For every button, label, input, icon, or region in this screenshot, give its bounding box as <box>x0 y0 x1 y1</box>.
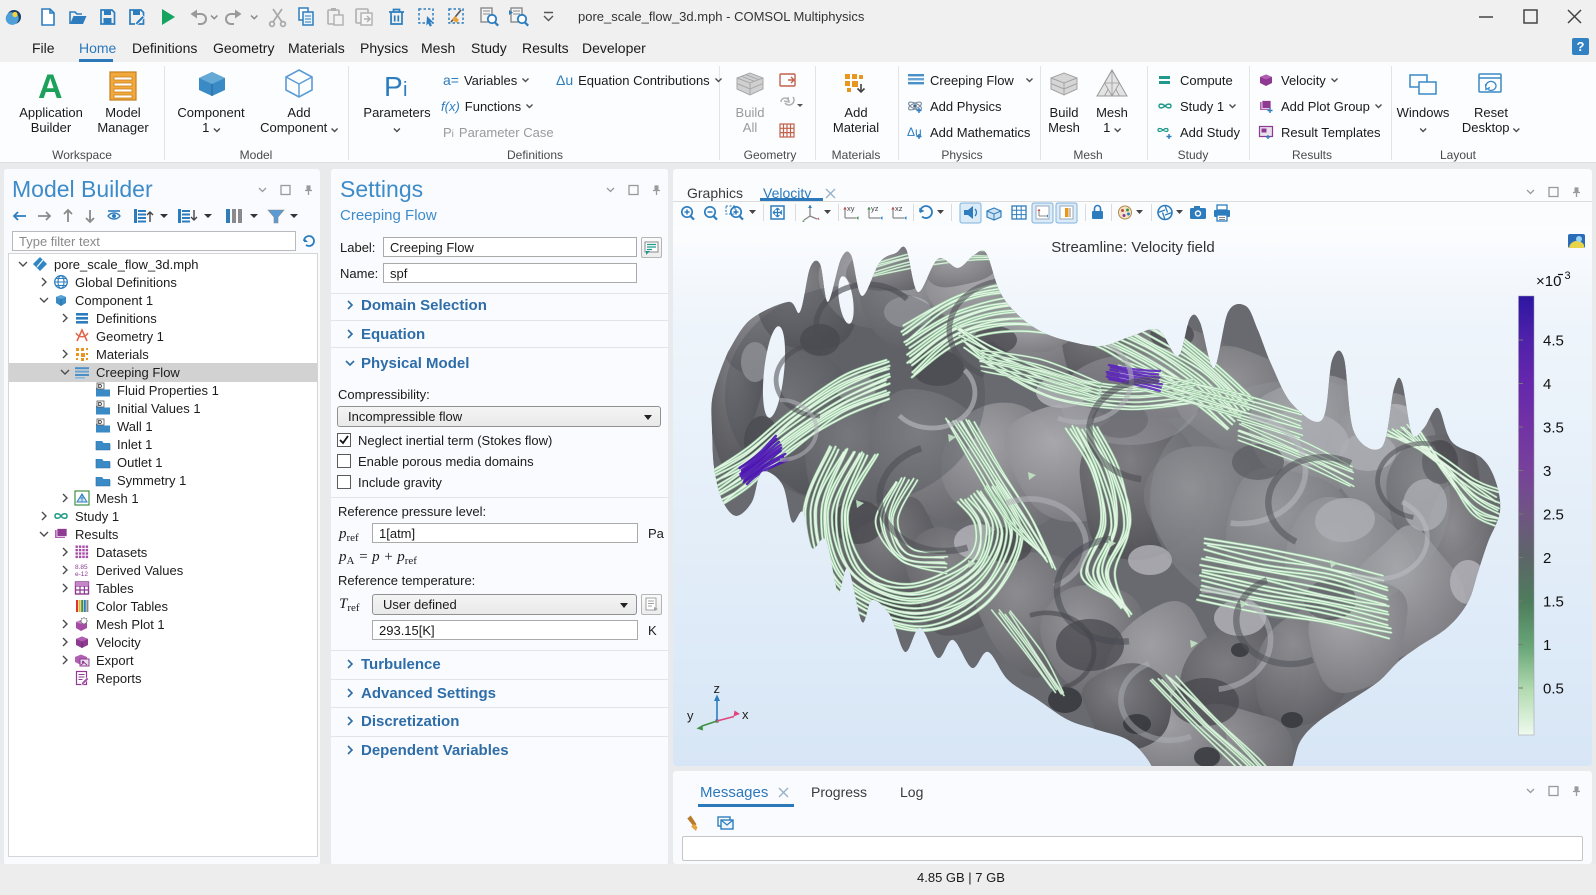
svg-text:3: 3 <box>1565 270 1571 282</box>
svg-text:A: A <box>38 68 63 106</box>
svg-text:2.5: 2.5 <box>1543 507 1564 524</box>
svg-text:xz: xz <box>895 204 903 213</box>
svg-text:x: x <box>742 707 749 722</box>
svg-text:0.5: 0.5 <box>1543 681 1564 698</box>
svg-text:e-12: e-12 <box>75 571 88 578</box>
svg-text:D: D <box>98 384 102 390</box>
svg-text:y: y <box>687 708 694 723</box>
svg-text:yz: yz <box>871 204 879 213</box>
svg-text:P: P <box>384 71 403 102</box>
svg-text:3.5: 3.5 <box>1543 420 1564 437</box>
svg-text:1: 1 <box>1543 637 1551 654</box>
svg-text:3: 3 <box>1543 463 1551 480</box>
svg-text:2: 2 <box>1543 550 1551 567</box>
svg-text:4: 4 <box>1543 376 1551 393</box>
svg-text:D: D <box>98 420 102 426</box>
svg-text:1.5: 1.5 <box>1543 594 1564 611</box>
svg-text:×10: ×10 <box>1536 273 1561 290</box>
svg-text:4.5: 4.5 <box>1543 333 1564 350</box>
svg-text:D: D <box>98 402 102 408</box>
svg-text:i: i <box>403 79 407 101</box>
svg-text:xy: xy <box>847 204 855 213</box>
svg-text:z: z <box>714 681 721 696</box>
svg-text:8.85: 8.85 <box>75 564 88 571</box>
svg-text:Streamline: Velocity field: Streamline: Velocity field <box>1051 239 1214 256</box>
